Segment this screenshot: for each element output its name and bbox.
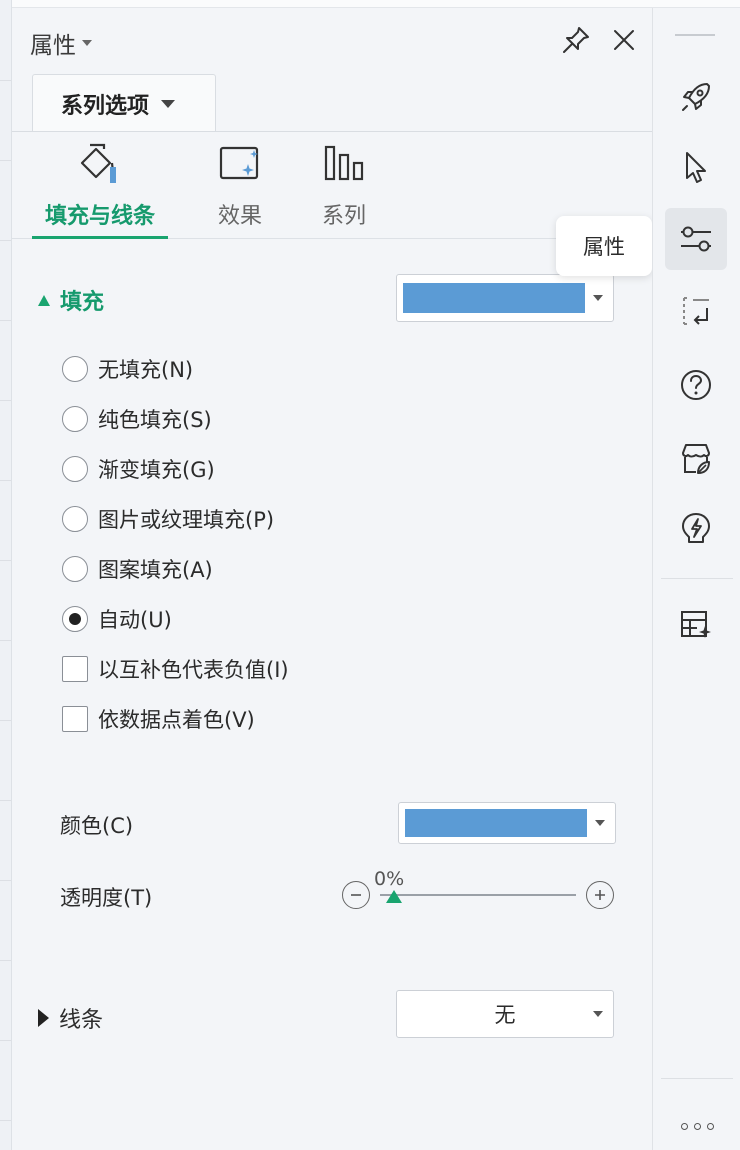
sidebar-item-store[interactable] bbox=[665, 428, 727, 490]
subtab-fill-and-line-label: 填充与线条 bbox=[44, 204, 155, 229]
chevron-down-icon bbox=[595, 820, 605, 826]
option-solid-fill[interactable]: 纯色填充(S) bbox=[62, 404, 212, 434]
radio-no-fill[interactable] bbox=[62, 356, 88, 382]
pin-icon bbox=[563, 27, 589, 53]
pin-button[interactable] bbox=[560, 24, 592, 56]
sidebar-item-properties[interactable] bbox=[665, 208, 727, 270]
radio-picture-texture-fill[interactable] bbox=[62, 506, 88, 532]
rocket-icon bbox=[682, 83, 710, 111]
option-invert-if-negative[interactable]: 以互补色代表负值(I) bbox=[62, 654, 289, 684]
radio-gradient-fill[interactable] bbox=[62, 456, 88, 482]
close-button[interactable] bbox=[608, 24, 640, 56]
lightning-bulb-icon bbox=[682, 513, 710, 543]
option-pattern-fill[interactable]: 图案填充(A) bbox=[62, 554, 213, 584]
transparency-slider-row: 0% bbox=[342, 868, 618, 916]
more-dot-icon bbox=[680, 1122, 688, 1130]
sidebar-divider bbox=[661, 1078, 733, 1079]
tab-series-options-label: 系列选项 bbox=[61, 93, 150, 119]
spreadsheet-edge bbox=[0, 0, 12, 1150]
radio-automatic[interactable] bbox=[62, 606, 88, 632]
radio-solid-fill[interactable] bbox=[62, 406, 88, 432]
color-label: 颜色(C) bbox=[60, 814, 134, 838]
sidebar-item-smart-table[interactable] bbox=[665, 594, 727, 656]
transparency-label: 透明度(T) bbox=[60, 886, 153, 910]
more-button[interactable] bbox=[675, 1116, 719, 1136]
option-vary-colors-by-point-label: 依数据点着色(V) bbox=[98, 708, 255, 732]
shop-icon bbox=[682, 444, 710, 474]
fill-section-header[interactable]: 填充 bbox=[38, 284, 104, 316]
properties-tooltip: 属性 bbox=[556, 216, 660, 276]
color-dropdown[interactable] bbox=[398, 802, 616, 844]
minus-icon bbox=[351, 894, 361, 896]
sidebar-item-quick-start[interactable] bbox=[665, 66, 727, 128]
subtab-effects[interactable]: 效果 bbox=[190, 140, 290, 230]
properties-panel: 属性 系列选项 填充与线条 效果 系列 填充 无填充(N) 纯色填充(S) 渐变… bbox=[12, 8, 660, 1150]
line-section-title: 线条 bbox=[59, 1008, 104, 1033]
option-no-fill[interactable]: 无填充(N) bbox=[62, 354, 193, 384]
table-sparkle-icon bbox=[681, 611, 711, 638]
help-question-icon bbox=[681, 370, 711, 400]
fill-color-dropdown[interactable] bbox=[396, 274, 614, 322]
panel-title-dropdown[interactable]: 属性 bbox=[30, 26, 92, 60]
option-picture-texture-fill-label: 图片或纹理填充(P) bbox=[98, 508, 275, 532]
tab-series-options[interactable]: 系列选项 bbox=[32, 74, 216, 132]
top-border bbox=[0, 0, 740, 8]
tab-divider bbox=[12, 131, 652, 132]
cursor-arrow-icon bbox=[686, 152, 706, 183]
fill-bucket-icon bbox=[80, 143, 116, 183]
subtab-series[interactable]: 系列 bbox=[302, 140, 386, 230]
fill-section-title: 填充 bbox=[60, 290, 105, 315]
sidebar-drag-handle[interactable] bbox=[675, 34, 715, 36]
option-picture-texture-fill[interactable]: 图片或纹理填充(P) bbox=[62, 504, 274, 534]
chevron-down-icon bbox=[161, 99, 176, 108]
option-automatic-label: 自动(U) bbox=[98, 608, 172, 632]
subtab-series-label: 系列 bbox=[321, 204, 366, 229]
radio-pattern-fill[interactable] bbox=[62, 556, 88, 582]
transparency-slider-track[interactable] bbox=[380, 894, 576, 896]
chevron-down-icon bbox=[82, 40, 92, 46]
more-dot-icon bbox=[693, 1122, 701, 1130]
transparency-value: 0% bbox=[374, 868, 405, 890]
sliders-icon bbox=[681, 226, 711, 252]
subtab-effects-label: 效果 bbox=[217, 204, 262, 229]
option-gradient-fill[interactable]: 渐变填充(G) bbox=[62, 454, 215, 484]
option-vary-colors-by-point[interactable]: 依数据点着色(V) bbox=[62, 704, 255, 734]
line-dropdown[interactable]: 无 bbox=[396, 990, 614, 1038]
transfer-icon bbox=[683, 297, 709, 325]
chevron-down-icon bbox=[593, 1011, 603, 1017]
fill-color-swatch bbox=[403, 283, 585, 313]
checkbox-invert-if-negative[interactable] bbox=[62, 656, 88, 682]
option-pattern-fill-label: 图案填充(A) bbox=[98, 558, 213, 582]
checkbox-vary-colors-by-point[interactable] bbox=[62, 706, 88, 732]
transparency-slider-thumb[interactable] bbox=[386, 890, 402, 903]
sidebar-item-select[interactable] bbox=[665, 136, 727, 198]
option-invert-if-negative-label: 以互补色代表负值(I) bbox=[98, 658, 289, 682]
sidebar-item-help[interactable] bbox=[665, 354, 727, 416]
subtab-fill-and-line[interactable]: 填充与线条 bbox=[32, 140, 168, 230]
option-solid-fill-label: 纯色填充(S) bbox=[98, 408, 212, 432]
effects-icon bbox=[219, 146, 259, 180]
sidebar-item-ideas[interactable] bbox=[665, 498, 727, 560]
sidebar-divider bbox=[661, 578, 733, 579]
panel-title: 属性 bbox=[30, 33, 76, 59]
close-icon bbox=[614, 30, 634, 50]
plus-icon bbox=[595, 890, 605, 900]
decrease-button[interactable] bbox=[342, 881, 370, 909]
option-gradient-fill-label: 渐变填充(G) bbox=[98, 458, 215, 482]
line-dropdown-value: 无 bbox=[494, 1003, 516, 1027]
active-subtab-indicator bbox=[32, 236, 168, 239]
series-bars-icon bbox=[324, 145, 364, 181]
collapsed-triangle-icon bbox=[38, 1009, 49, 1027]
right-sidebar bbox=[652, 8, 740, 1150]
line-section-header[interactable]: 线条 bbox=[38, 1002, 103, 1034]
sidebar-item-format-transfer[interactable] bbox=[665, 280, 727, 342]
color-swatch bbox=[405, 809, 587, 837]
option-automatic[interactable]: 自动(U) bbox=[62, 604, 172, 634]
chevron-down-icon bbox=[593, 295, 603, 301]
more-dot-icon bbox=[706, 1122, 714, 1130]
increase-button[interactable] bbox=[586, 881, 614, 909]
expanded-triangle-icon bbox=[38, 294, 50, 306]
option-no-fill-label: 无填充(N) bbox=[98, 358, 194, 382]
